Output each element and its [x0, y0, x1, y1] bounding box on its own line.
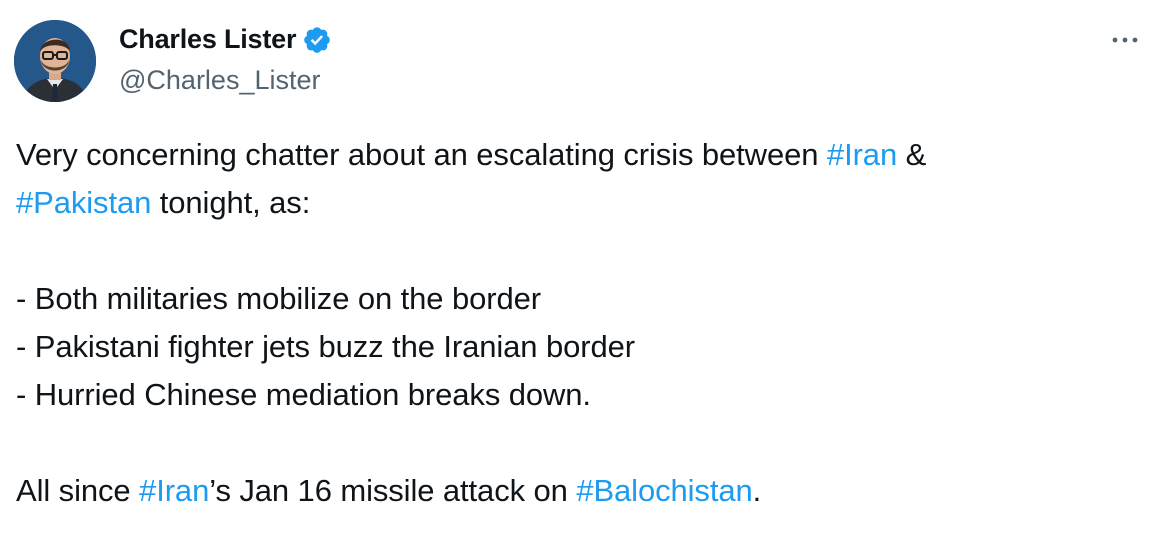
hashtag-pakistan-link[interactable]: #Pakistan	[16, 185, 151, 220]
tweet-line: Very concerning chatter about an escalat…	[16, 131, 1136, 179]
bullet-item: - Pakistani fighter jets buzz the Irania…	[16, 329, 635, 364]
hashtag-iran-link[interactable]: #Iran	[139, 473, 209, 508]
author-handle[interactable]: @Charles_Lister	[119, 65, 321, 96]
more-options-icon[interactable]	[1110, 30, 1140, 50]
hashtag-balochistan-link[interactable]: #Balochistan	[576, 473, 752, 508]
avatar[interactable]	[14, 20, 96, 102]
bullet-item: - Hurried Chinese mediation breaks down.	[16, 377, 591, 412]
hashtag-iran-link[interactable]: #Iran	[827, 137, 897, 172]
tweet-text-segment: .	[752, 473, 762, 508]
tweet-text-segment: Very concerning chatter about an escalat…	[16, 137, 827, 172]
tweet-text-segment: tonight, as:	[151, 185, 311, 220]
tweet-text-segment: &	[897, 137, 927, 172]
bullet-item: - Both militaries mobilize on the border	[16, 281, 541, 316]
tweet-line: All since #Iran’s Jan 16 missile attack …	[16, 467, 1136, 515]
author-display-name[interactable]: Charles Lister	[119, 24, 296, 55]
tweet-text: Very concerning chatter about an escalat…	[16, 131, 1136, 515]
verified-badge-icon	[302, 25, 332, 55]
tweet-text-segment: ’s Jan 16 missile attack on	[209, 473, 577, 508]
tweet-text-segment: All since	[16, 473, 140, 508]
tweet-line: #Pakistan tonight, as:	[16, 179, 1136, 227]
